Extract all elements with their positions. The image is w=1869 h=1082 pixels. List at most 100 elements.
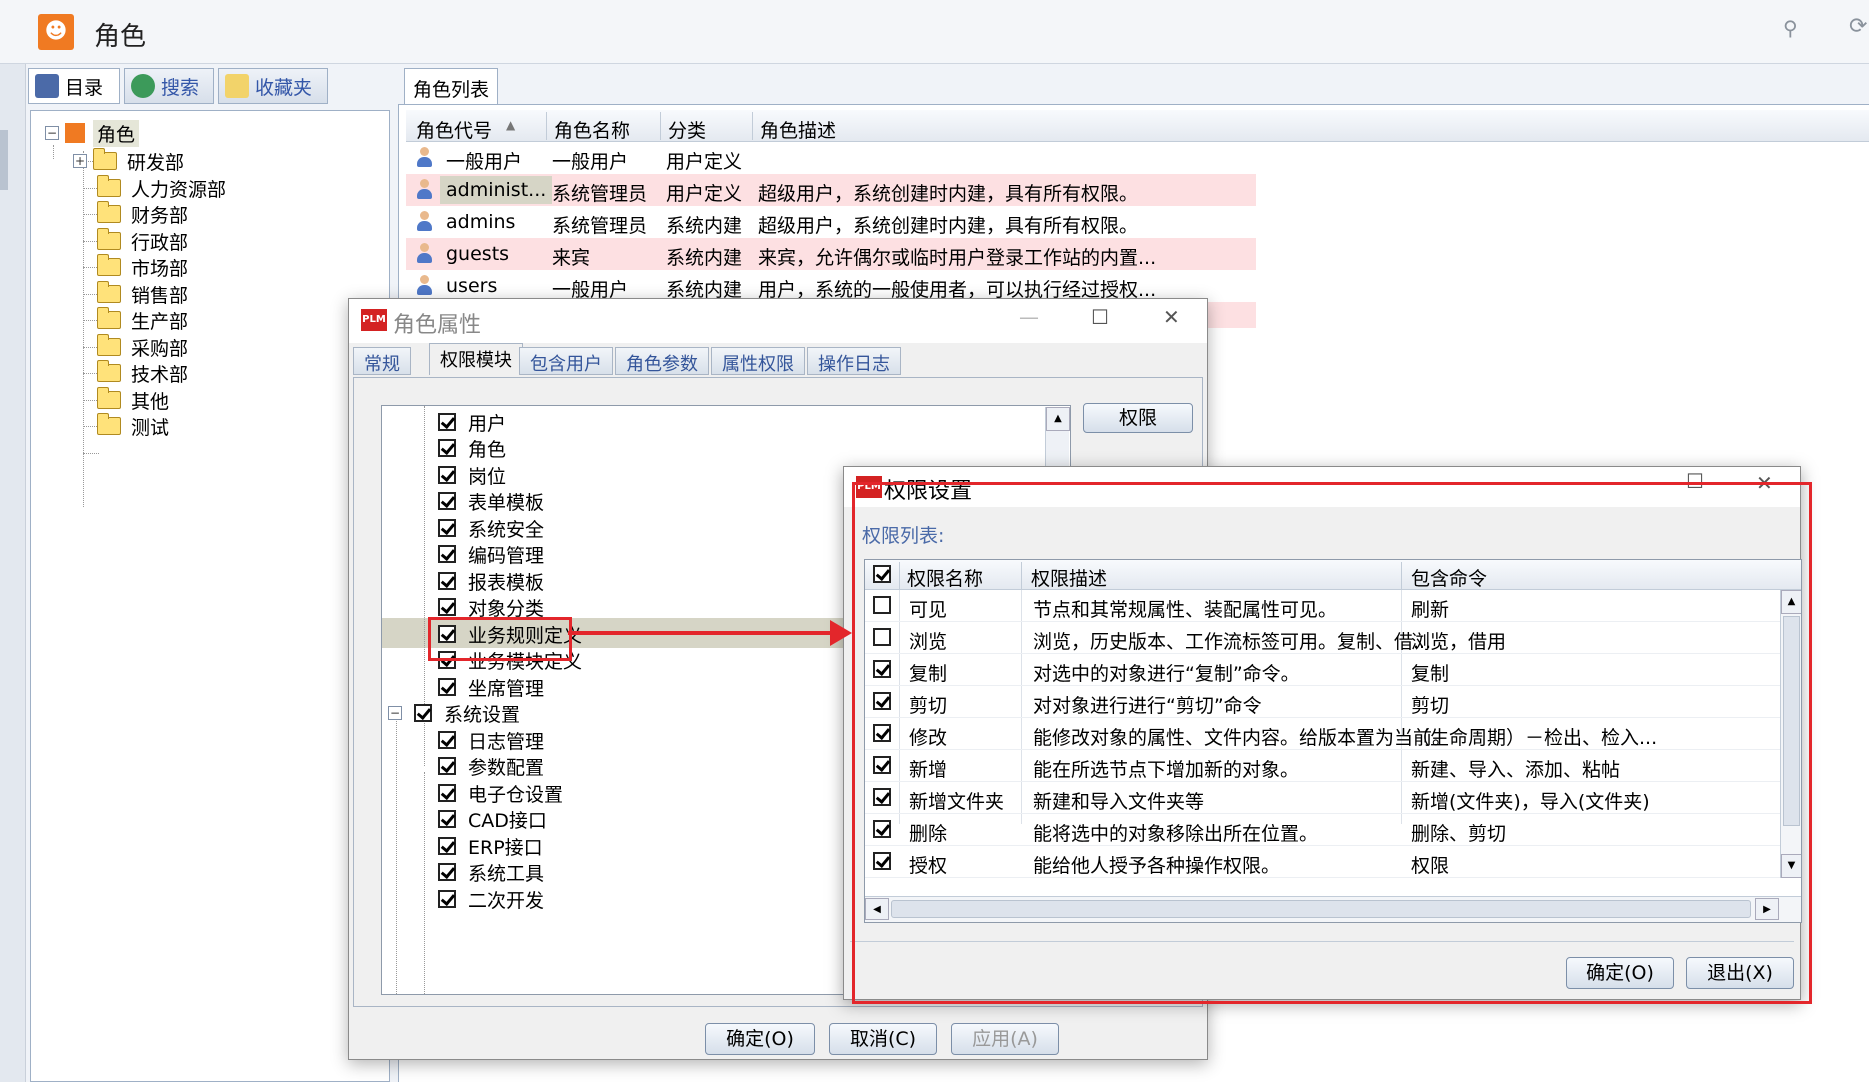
tree-item[interactable]: 技术部 <box>97 359 188 387</box>
node-label: 系统工具 <box>468 862 545 885</box>
tab-general[interactable]: 常规 <box>353 347 411 375</box>
cell-category: 用户定义 <box>666 151 743 173</box>
refresh-icon[interactable]: ⟳ <box>1849 14 1867 39</box>
tree-root[interactable]: − 角色 <box>45 119 140 147</box>
cell-code: 一般用户 <box>446 151 523 173</box>
tree-group[interactable]: − 系统设置 <box>388 699 520 727</box>
cell-name: 系统管理员 <box>552 183 648 205</box>
tab-operation-log[interactable]: 操作日志 <box>807 347 901 375</box>
tree-node[interactable]: 二次开发 <box>438 885 544 913</box>
tab-search-label: 搜索 <box>161 76 200 99</box>
tree-item[interactable]: 其他 <box>97 386 169 414</box>
tab-included-users[interactable]: 包含用户 <box>519 347 613 375</box>
checkbox[interactable] <box>438 413 456 431</box>
tree-node[interactable]: 岗位 <box>438 461 506 489</box>
tree-node[interactable]: 日志管理 <box>438 726 544 754</box>
tree-node[interactable]: 坐席管理 <box>438 673 544 701</box>
checkbox[interactable] <box>438 598 456 616</box>
ok-button[interactable]: 确定(O) <box>705 1023 815 1055</box>
checkbox[interactable] <box>438 519 456 537</box>
table-row[interactable]: 一般用户 一般用户 用户定义 <box>406 142 1256 174</box>
permission-button[interactable]: 权限 <box>1083 403 1193 433</box>
checkbox[interactable] <box>438 837 456 855</box>
checkbox[interactable] <box>438 572 456 590</box>
checkbox[interactable] <box>438 784 456 802</box>
tree-item[interactable]: 市场部 <box>97 253 188 281</box>
checkbox[interactable] <box>438 890 456 908</box>
gutter-handle[interactable] <box>0 130 8 190</box>
checkbox[interactable] <box>438 757 456 775</box>
expand-icon[interactable]: + <box>73 154 87 168</box>
tree-node[interactable]: 系统安全 <box>438 514 544 542</box>
checkbox[interactable] <box>414 704 432 722</box>
tab-role-list[interactable]: 角色列表 <box>404 68 498 104</box>
apply-button[interactable]: 应用(A) <box>951 1023 1059 1055</box>
column-header[interactable]: 角色代号 <box>416 116 492 143</box>
maximize-icon[interactable]: ☐ <box>1091 305 1109 329</box>
tree-node[interactable]: 系统工具 <box>438 858 544 886</box>
role-tree: − 角色 + 研发部 人力资源部 财务部 行政部 市场部 销售部 生产部 采购部 … <box>30 110 390 1082</box>
tree-node[interactable]: 用户 <box>438 408 506 436</box>
checkbox[interactable] <box>438 439 456 457</box>
folder-icon <box>97 201 121 223</box>
tab-attribute-perms[interactable]: 属性权限 <box>711 347 805 375</box>
page-title: 角色 <box>94 22 147 52</box>
favorites-folder-icon <box>225 74 249 98</box>
cell-category: 系统内建 <box>666 215 743 237</box>
tree-item[interactable]: 测试 <box>97 412 169 440</box>
tree-item-label: 行政部 <box>131 231 189 254</box>
tab-catalog[interactable]: 目录 <box>28 68 120 104</box>
tree-node[interactable]: ERP接口 <box>438 832 543 860</box>
user-icon <box>416 211 432 231</box>
tab-favorites[interactable]: 收藏夹 <box>218 68 328 104</box>
collapse-icon[interactable]: − <box>388 706 402 720</box>
tree-item-label: 销售部 <box>131 284 189 307</box>
tree-node[interactable]: 参数配置 <box>438 752 544 780</box>
tree-node[interactable]: CAD接口 <box>438 805 547 833</box>
scroll-up-icon[interactable]: ▲ <box>1046 407 1070 431</box>
table-row[interactable]: admins 系统管理员 系统内建 超级用户，系统创建时内建，具有所有权限。 <box>406 206 1256 238</box>
checkbox[interactable] <box>438 731 456 749</box>
folder-icon <box>97 360 121 382</box>
tree-item[interactable]: 生产部 <box>97 306 188 334</box>
tree-node[interactable]: 表单模板 <box>438 487 544 515</box>
tree-scrollbar[interactable]: ▲ <box>1045 407 1070 467</box>
column-header[interactable]: 角色名称 <box>554 116 630 143</box>
node-label: 日志管理 <box>468 730 545 753</box>
cancel-button[interactable]: 取消(C) <box>829 1023 937 1055</box>
cell-name: 一般用户 <box>552 151 629 173</box>
minimize-icon[interactable]: — <box>1019 305 1039 329</box>
tree-node[interactable]: 电子仓设置 <box>438 779 563 807</box>
table-row[interactable]: administ... 系统管理员 用户定义 超级用户，系统创建时内建，具有所有… <box>406 174 1256 206</box>
tree-node[interactable]: 报表模板 <box>438 567 544 595</box>
tree-node[interactable]: 角色 <box>438 434 506 462</box>
close-icon[interactable]: ✕ <box>1163 305 1180 329</box>
node-label: 岗位 <box>468 465 507 488</box>
tree-node[interactable]: 编码管理 <box>438 540 544 568</box>
column-header[interactable]: 分类 <box>668 116 706 143</box>
checkbox[interactable] <box>438 810 456 828</box>
checkbox[interactable] <box>438 863 456 881</box>
search-icon[interactable]: ⚲ <box>1783 16 1798 40</box>
folder-icon <box>97 387 121 409</box>
node-label: 电子仓设置 <box>468 783 564 806</box>
tree-item[interactable]: + 研发部 <box>73 147 184 175</box>
table-row[interactable]: guests 来宾 系统内建 来宾，允许偶尔或临时用户登录工作站的内置... <box>406 238 1256 270</box>
column-header[interactable]: 角色描述 <box>760 116 836 143</box>
checkbox[interactable] <box>438 492 456 510</box>
tab-role-params[interactable]: 角色参数 <box>615 347 709 375</box>
folder-icon <box>97 281 121 303</box>
tree-item[interactable]: 采购部 <box>97 333 188 361</box>
checkbox[interactable] <box>438 545 456 563</box>
tree-item[interactable]: 销售部 <box>97 280 188 308</box>
collapse-icon[interactable]: − <box>45 126 59 140</box>
tree-item[interactable]: 行政部 <box>97 227 188 255</box>
tree-item[interactable]: 财务部 <box>97 200 188 228</box>
cell-category: 用户定义 <box>666 183 743 205</box>
tab-search[interactable]: 搜索 <box>124 68 214 104</box>
checkbox[interactable] <box>438 466 456 484</box>
tree-item[interactable]: 人力资源部 <box>97 174 226 202</box>
tab-permission-modules[interactable]: 权限模块 <box>429 343 523 375</box>
checkbox[interactable] <box>438 678 456 696</box>
left-gutter <box>0 64 26 1082</box>
